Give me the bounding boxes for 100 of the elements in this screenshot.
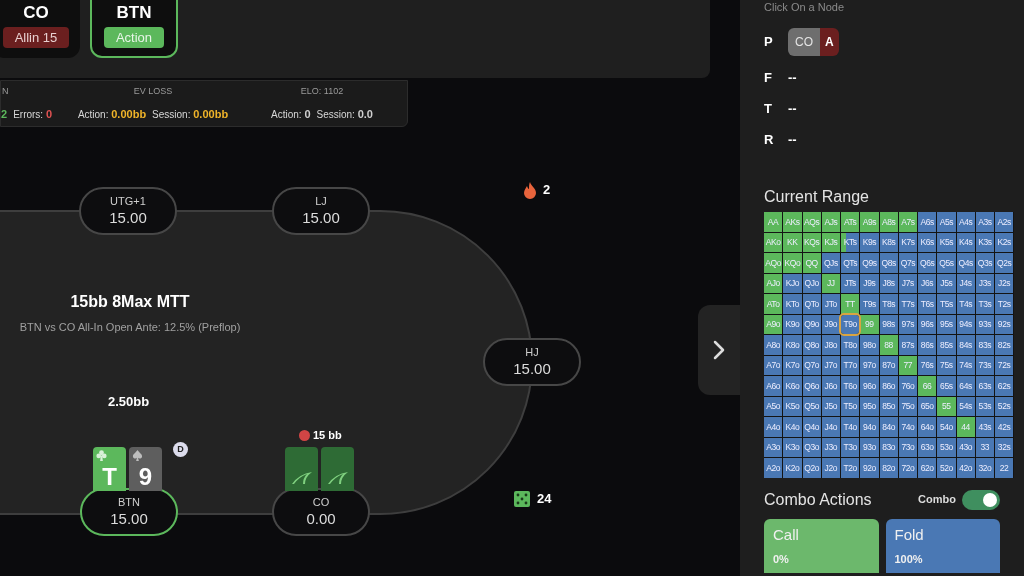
range-cell[interactable]: Q5o — [802, 396, 821, 416]
range-cell[interactable]: Q9s — [860, 253, 879, 273]
range-cell[interactable]: 65s — [937, 376, 956, 396]
range-cell[interactable]: J6s — [918, 273, 937, 293]
range-cell[interactable]: 63o — [918, 437, 937, 457]
range-cell[interactable]: 32s — [995, 437, 1014, 457]
range-cell[interactable]: 77 — [898, 355, 917, 375]
range-cell[interactable]: 54s — [956, 396, 975, 416]
range-cell[interactable]: A6s — [918, 212, 937, 232]
range-cell[interactable]: AJs — [821, 212, 840, 232]
range-cell[interactable]: K5s — [937, 232, 956, 252]
range-cell[interactable]: 99 — [860, 314, 879, 334]
range-cell[interactable]: J8s — [879, 273, 898, 293]
range-cell[interactable]: A2o — [764, 458, 783, 478]
range-cell[interactable]: T6s — [918, 294, 937, 314]
range-cell[interactable]: T5s — [937, 294, 956, 314]
range-cell[interactable]: J4s — [956, 273, 975, 293]
range-cell[interactable]: A7s — [898, 212, 917, 232]
range-cell[interactable]: 98s — [879, 314, 898, 334]
range-cell[interactable]: 55 — [937, 396, 956, 416]
range-cell[interactable]: 86s — [918, 335, 937, 355]
range-cell[interactable]: 42s — [995, 417, 1014, 437]
range-cell[interactable]: 72s — [995, 355, 1014, 375]
range-cell[interactable]: 76o — [898, 376, 917, 396]
range-cell[interactable]: 52s — [995, 396, 1014, 416]
range-cell[interactable]: Q3o — [802, 437, 821, 457]
range-cell[interactable]: AJo — [764, 273, 783, 293]
range-cell[interactable]: 95s — [937, 314, 956, 334]
player-seat[interactable]: BTN 15.00 — [80, 488, 178, 536]
range-cell[interactable]: JTs — [841, 273, 860, 293]
range-cell[interactable]: 73s — [975, 355, 994, 375]
range-cell[interactable]: AA — [764, 212, 783, 232]
player-seat[interactable]: CO 0.00 — [272, 488, 370, 536]
range-cell[interactable]: 43s — [975, 417, 994, 437]
range-cell[interactable]: J7o — [821, 355, 840, 375]
range-cell[interactable]: A2s — [995, 212, 1014, 232]
range-cell[interactable]: A4s — [956, 212, 975, 232]
range-cell[interactable]: Q3s — [975, 253, 994, 273]
range-cell[interactable]: 74s — [956, 355, 975, 375]
range-cell[interactable]: 32o — [975, 458, 994, 478]
action-button[interactable]: Call 0% — [764, 518, 879, 573]
range-cell[interactable]: T2o — [841, 458, 860, 478]
range-cell[interactable]: JTo — [821, 294, 840, 314]
range-cell[interactable]: 75s — [937, 355, 956, 375]
action-button[interactable]: Fold 100% — [885, 518, 1000, 573]
range-cell[interactable]: J3o — [821, 437, 840, 457]
range-cell[interactable]: K6s — [918, 232, 937, 252]
range-cell[interactable]: T9s — [860, 294, 879, 314]
range-cell[interactable]: 94s — [956, 314, 975, 334]
range-cell[interactable]: A3s — [975, 212, 994, 232]
range-cell[interactable]: Q2o — [802, 458, 821, 478]
range-cell[interactable]: T4o — [841, 417, 860, 437]
range-cell[interactable]: AKs — [783, 212, 802, 232]
range-cell[interactable]: K3s — [975, 232, 994, 252]
range-cell[interactable]: 52o — [937, 458, 956, 478]
range-cell[interactable]: J2s — [995, 273, 1014, 293]
range-cell[interactable]: T3o — [841, 437, 860, 457]
range-cell[interactable]: AQo — [764, 253, 783, 273]
expand-panel-button[interactable] — [698, 305, 740, 395]
range-cell[interactable]: KJs — [821, 232, 840, 252]
range-cell[interactable]: K8o — [783, 335, 802, 355]
range-cell[interactable]: 96o — [860, 376, 879, 396]
range-cell[interactable]: J8o — [821, 335, 840, 355]
range-cell[interactable]: A5s — [937, 212, 956, 232]
range-cell[interactable]: J2o — [821, 458, 840, 478]
range-cell[interactable]: AQs — [802, 212, 821, 232]
range-cell[interactable]: 76s — [918, 355, 937, 375]
range-cell[interactable]: Q4o — [802, 417, 821, 437]
range-cell[interactable]: TT — [841, 294, 860, 314]
range-cell[interactable]: 96s — [918, 314, 937, 334]
range-cell[interactable]: J3s — [975, 273, 994, 293]
range-cell[interactable]: Q8s — [879, 253, 898, 273]
range-cell[interactable]: KQs — [802, 232, 821, 252]
range-cell[interactable]: T5o — [841, 396, 860, 416]
range-cell[interactable]: Q2s — [995, 253, 1014, 273]
range-cell[interactable]: K8s — [879, 232, 898, 252]
range-cell[interactable]: 65o — [918, 396, 937, 416]
range-cell[interactable]: 92s — [995, 314, 1014, 334]
range-cell[interactable]: K2o — [783, 458, 802, 478]
range-cell[interactable]: 83s — [975, 335, 994, 355]
range-cell[interactable]: T3s — [975, 294, 994, 314]
range-cell[interactable]: K9o — [783, 314, 802, 334]
range-cell[interactable]: 97o — [860, 355, 879, 375]
range-cell[interactable]: K4s — [956, 232, 975, 252]
range-cell[interactable]: A9s — [860, 212, 879, 232]
range-cell[interactable]: 95o — [860, 396, 879, 416]
range-cell[interactable]: KK — [783, 232, 802, 252]
range-cell[interactable]: Q9o — [802, 314, 821, 334]
range-cell[interactable]: Q5s — [937, 253, 956, 273]
range-cell[interactable]: QTs — [841, 253, 860, 273]
position-card[interactable]: BTN Action — [90, 0, 178, 58]
range-cell[interactable]: 22 — [995, 458, 1014, 478]
range-cell[interactable]: 97s — [898, 314, 917, 334]
range-cell[interactable]: T8s — [879, 294, 898, 314]
range-cell[interactable]: 94o — [860, 417, 879, 437]
range-cell[interactable]: ATo — [764, 294, 783, 314]
range-cell[interactable]: 86o — [879, 376, 898, 396]
range-cell[interactable]: QQ — [802, 253, 821, 273]
range-cell[interactable]: AKo — [764, 232, 783, 252]
range-cell[interactable]: KQo — [783, 253, 802, 273]
